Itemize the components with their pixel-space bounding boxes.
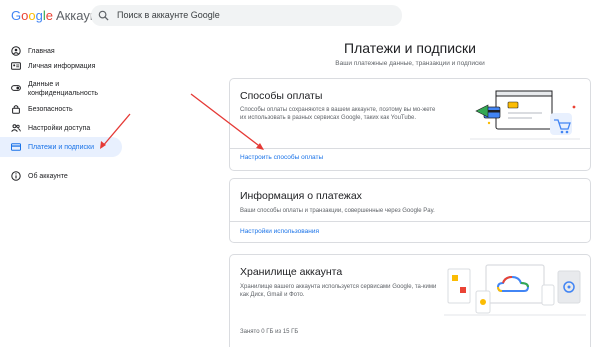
sidebar-item-label: Настройки доступа <box>28 125 91 132</box>
sidebar-item-personal-info[interactable]: Личная информация <box>0 56 122 76</box>
page-subtitle: Ваши платежные данные, транзакции и подп… <box>335 60 485 67</box>
lock-icon <box>12 105 20 114</box>
card-title: Хранилище аккаунта <box>240 266 343 278</box>
search-placeholder: Поиск в аккаунте Google <box>117 10 220 20</box>
sidebar-item-security[interactable]: Безопасность <box>0 99 122 119</box>
search-icon <box>98 10 109 21</box>
card-description: Хранилище вашего аккаунта используется с… <box>240 284 437 298</box>
card-divider <box>230 148 590 149</box>
card-description: Способы оплаты сохраняются в вашем аккау… <box>240 107 436 121</box>
id-card-icon <box>11 62 21 70</box>
sidebar-item-label: Безопасность <box>28 106 73 113</box>
sidebar-item-access-settings[interactable]: Настройки доступа <box>0 118 122 138</box>
sidebar-item-label: Данные и конфиденциальность <box>28 81 99 97</box>
sidebar-item-label: Главная <box>28 48 55 55</box>
people-icon <box>11 124 21 132</box>
usage-settings-link[interactable]: Настройки использования <box>240 228 319 235</box>
card-title: Способы оплаты <box>240 90 323 102</box>
payment-methods-card: Способы оплаты Способы оплаты сохраняютс… <box>229 78 591 171</box>
sidebar-item-label: Об аккаунте <box>28 173 68 180</box>
manage-payment-methods-link[interactable]: Настроить способы оплаты <box>240 154 323 161</box>
credit-card-icon <box>11 143 21 151</box>
storage-usage-text: Занято 0 ГБ из 15 ГБ <box>240 329 299 335</box>
card-divider <box>230 221 590 222</box>
app-header: Google Аккаунт Поиск в аккаунте Google <box>0 0 600 32</box>
card-title: Информация о платежах <box>240 190 362 202</box>
account-storage-card: Хранилище аккаунта Хранилище вашего акка… <box>229 254 591 347</box>
info-icon <box>11 171 21 181</box>
sidebar-item-about[interactable]: Об аккаунте <box>0 166 122 186</box>
sidebar-item-data-privacy[interactable]: Данные и конфиденциальность <box>0 75 122 101</box>
sidebar-item-label: Личная информация <box>28 63 96 70</box>
home-icon <box>11 46 21 56</box>
payment-illustration-icon <box>470 90 580 140</box>
storage-devices-illustration-icon <box>444 264 586 316</box>
google-account-logo[interactable]: Google Аккаунт <box>11 8 103 23</box>
card-description: Ваши способы оплаты и транзакции, соверш… <box>240 208 435 214</box>
payment-info-card: Информация о платежах Ваши способы оплат… <box>229 178 591 243</box>
page-title: Платежи и подписки <box>344 40 476 56</box>
sidebar-item-label: Платежи и подписки <box>28 144 94 151</box>
logo-brand: Google <box>11 8 53 23</box>
privacy-toggle-icon <box>11 85 21 91</box>
sidebar-item-payments-subscriptions[interactable]: Платежи и подписки <box>0 137 122 157</box>
search-input[interactable]: Поиск в аккаунте Google <box>91 5 402 26</box>
